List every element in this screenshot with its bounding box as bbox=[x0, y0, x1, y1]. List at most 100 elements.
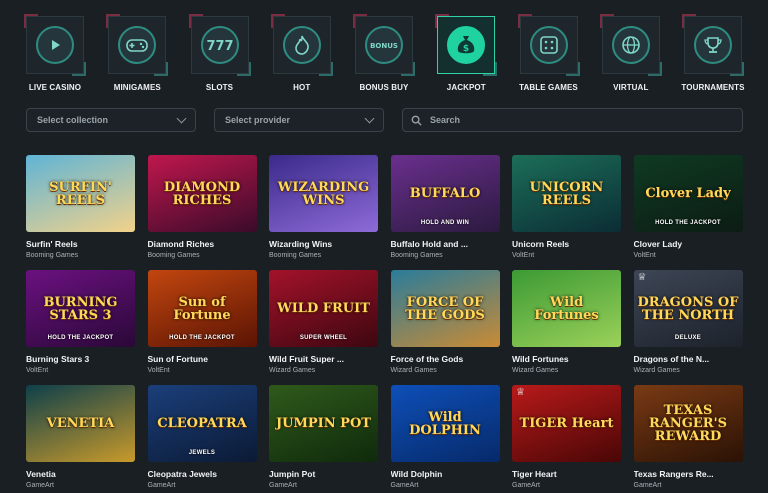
money-bag-icon: $ bbox=[447, 26, 486, 64]
category-label: TOURNAMENTS bbox=[681, 83, 745, 92]
category-bonus-buy[interactable]: BONUS BONUS BUY bbox=[347, 14, 421, 98]
game-art-subtitle: JEWELS bbox=[188, 450, 216, 456]
collection-select[interactable]: Select collection bbox=[26, 108, 196, 132]
category-tile bbox=[599, 14, 662, 76]
game-thumbnail[interactable]: WILD FRUIT SUPER WHEEL bbox=[269, 270, 378, 347]
flame-icon bbox=[282, 26, 321, 64]
game-title[interactable]: Texas Rangers Re... bbox=[634, 469, 743, 479]
category-virtual[interactable]: VIRTUAL bbox=[594, 14, 668, 98]
game-title[interactable]: Unicorn Reels bbox=[512, 239, 621, 249]
game-card[interactable]: WILD FRUIT SUPER WHEEL Wild Fruit Super ..… bbox=[269, 270, 378, 385]
game-card[interactable]: VENETIA Venetia GameArt bbox=[26, 385, 135, 493]
category-label: BONUS BUY bbox=[359, 83, 409, 92]
trophy-icon bbox=[694, 26, 732, 64]
game-title[interactable]: Cleopatra Jewels bbox=[148, 469, 257, 479]
category-hot[interactable]: HOT bbox=[265, 14, 339, 98]
category-tile bbox=[106, 14, 169, 76]
category-label: VIRTUAL bbox=[613, 83, 649, 92]
game-title[interactable]: Sun of Fortune bbox=[148, 354, 257, 364]
game-thumbnail[interactable]: Wild Fortunes bbox=[512, 270, 621, 347]
game-thumbnail[interactable]: ♕ DRAGONS OF THE NORTH DELUXE bbox=[633, 270, 743, 347]
game-thumbnail[interactable]: VENETIA bbox=[26, 385, 135, 462]
search-input[interactable] bbox=[430, 115, 734, 125]
game-thumbnail[interactable]: BURNING STARS 3 HOLD THE JACKPOT bbox=[26, 270, 135, 347]
game-thumbnail[interactable]: JUMPIN POT bbox=[269, 385, 378, 462]
provider-select[interactable]: Select provider bbox=[214, 108, 384, 132]
game-art-title: DRAGONS OF THE NORTH bbox=[637, 294, 739, 323]
category-tournaments[interactable]: TOURNAMENTS bbox=[676, 14, 750, 98]
game-card[interactable]: Clover Lady HOLD THE JACKPOT Clover Lady Vo… bbox=[633, 155, 743, 270]
game-provider: GameArt bbox=[147, 482, 176, 489]
category-slots[interactable]: 777 SLOTS bbox=[183, 14, 257, 98]
game-thumbnail[interactable]: CLEOPATRA JEWELS bbox=[147, 385, 257, 462]
game-card[interactable]: BURNING STARS 3 HOLD THE JACKPOT Burning S… bbox=[26, 270, 135, 385]
game-art-title: WIZARDING WINS bbox=[277, 179, 370, 208]
game-art-title: Wild Fortunes bbox=[534, 294, 599, 323]
game-card[interactable]: UNICORN REELS Unicorn Reels VoltEnt bbox=[512, 155, 621, 270]
category-label: MINIGAMES bbox=[113, 83, 161, 92]
slots-777-icon: 777 bbox=[200, 26, 239, 64]
game-card[interactable]: JUMPIN POT Jumpin Pot GameArt bbox=[269, 385, 378, 493]
game-card[interactable]: FORCE OF THE GODS Force of the Gods Wizard… bbox=[390, 270, 500, 385]
game-title[interactable]: Burning Stars 3 bbox=[26, 354, 135, 364]
game-art-title: BURNING STARS 3 bbox=[43, 294, 118, 323]
game-title[interactable]: Tiger Heart bbox=[512, 469, 621, 479]
game-card[interactable]: Sun of Fortune HOLD THE JACKPOT Sun of For… bbox=[147, 270, 257, 385]
game-art-title: TIGER Heart bbox=[519, 416, 614, 431]
search-box[interactable] bbox=[402, 108, 743, 132]
game-card[interactable]: CLEOPATRA JEWELS Cleopatra Jewels GameArt bbox=[147, 385, 257, 493]
game-art-title: BUFFALO bbox=[409, 186, 481, 201]
game-card[interactable]: WIZARDING WINS Wizarding Wins Booming Game… bbox=[269, 155, 378, 270]
game-art-title: CLEOPATRA bbox=[157, 416, 247, 431]
game-title[interactable]: Wild Dolphin bbox=[391, 469, 500, 479]
category-live-casino[interactable]: LIVE CASINO bbox=[18, 14, 92, 98]
game-title[interactable]: Wild Fruit Super ... bbox=[269, 354, 378, 364]
game-title[interactable]: Jumpin Pot bbox=[269, 469, 378, 479]
game-art-title: JUMPIN POT bbox=[276, 416, 371, 431]
game-title[interactable]: Surfin' Reels bbox=[26, 239, 135, 249]
category-minigames[interactable]: MINIGAMES bbox=[100, 14, 174, 98]
category-nav: LIVE CASINO MINIGAMES 777 SLOTS HOT BONUS BONU… bbox=[18, 14, 750, 98]
game-provider: Booming Games bbox=[269, 252, 322, 259]
game-title[interactable]: Clover Lady bbox=[634, 239, 743, 249]
game-thumbnail[interactable]: UNICORN REELS bbox=[512, 155, 621, 232]
game-thumbnail[interactable]: ♕ TIGER Heart bbox=[512, 385, 621, 462]
game-art-title: UNICORN REELS bbox=[529, 179, 604, 208]
game-thumbnail[interactable]: Wild DOLPHIN bbox=[390, 385, 500, 462]
game-title[interactable]: Wizarding Wins bbox=[269, 239, 378, 249]
game-title[interactable]: Force of the Gods bbox=[391, 354, 500, 364]
category-label: HOT bbox=[293, 83, 311, 92]
category-tile: BONUS bbox=[353, 14, 415, 76]
game-thumbnail[interactable]: BUFFALO HOLD AND WIN bbox=[390, 155, 500, 232]
game-thumbnail[interactable]: Clover Lady HOLD THE JACKPOT bbox=[633, 155, 743, 232]
game-card[interactable]: ♕ TIGER Heart Tiger Heart GameArt bbox=[512, 385, 621, 493]
game-card[interactable]: SURFIN' REELS Surfin' Reels Booming Games bbox=[26, 155, 135, 270]
game-title[interactable]: Dragons of the N... bbox=[634, 354, 743, 364]
game-card[interactable]: Wild Fortunes Wild Fortunes Wizard Games bbox=[512, 270, 621, 385]
search-icon bbox=[411, 115, 422, 126]
game-thumbnail[interactable]: SURFIN' REELS bbox=[26, 155, 135, 232]
game-card[interactable]: ♕ DRAGONS OF THE NORTH DELUXE Dragons of th… bbox=[633, 270, 743, 385]
svg-text:777: 777 bbox=[207, 39, 233, 53]
game-art-subtitle: HOLD AND WIN bbox=[420, 220, 470, 226]
game-thumbnail[interactable]: DIAMOND RICHES bbox=[147, 155, 257, 232]
game-art-title: WILD FRUIT bbox=[277, 301, 370, 316]
game-thumbnail[interactable]: FORCE OF THE GODS bbox=[390, 270, 500, 347]
game-thumbnail[interactable]: Sun of Fortune HOLD THE JACKPOT bbox=[147, 270, 257, 347]
game-thumbnail[interactable]: TEXAS RANGER'S REWARD bbox=[633, 385, 743, 462]
game-card[interactable]: DIAMOND RICHES Diamond Riches Booming Game… bbox=[147, 155, 257, 270]
game-art-title: Clover Lady bbox=[645, 186, 731, 201]
game-title[interactable]: Venetia bbox=[26, 469, 135, 479]
game-title[interactable]: Buffalo Hold and ... bbox=[391, 239, 500, 249]
game-title[interactable]: Wild Fortunes bbox=[512, 354, 621, 364]
game-card[interactable]: BUFFALO HOLD AND WIN Buffalo Hold and ... B… bbox=[390, 155, 500, 270]
category-table-games[interactable]: TABLE GAMES bbox=[512, 14, 586, 98]
category-label: JACKPOT bbox=[446, 83, 486, 92]
game-provider: GameArt bbox=[269, 482, 298, 489]
play-icon bbox=[36, 26, 74, 64]
category-jackpot[interactable]: $ JACKPOT bbox=[429, 14, 503, 98]
game-thumbnail[interactable]: WIZARDING WINS bbox=[269, 155, 378, 232]
game-card[interactable]: Wild DOLPHIN Wild Dolphin GameArt bbox=[390, 385, 500, 493]
game-title[interactable]: Diamond Riches bbox=[148, 239, 257, 249]
game-card[interactable]: TEXAS RANGER'S REWARD Texas Rangers Re...… bbox=[633, 385, 743, 493]
